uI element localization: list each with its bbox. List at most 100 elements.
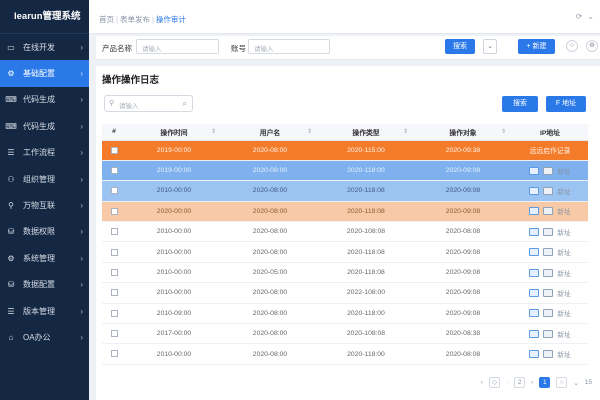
- row-checkbox[interactable]: [110, 228, 118, 236]
- table-row[interactable]: 2010-00:00 2020-08:00 2020-118:00 2020-08:0…: [102, 343, 588, 365]
- table-row[interactable]: 2010-00:00 2020-08:00 2020-118:08 2020-09:0…: [102, 241, 588, 263]
- prev-page-icon[interactable]: ‹: [481, 379, 483, 386]
- sidebar-item[interactable]: ⛁ 数据配置 ›: [0, 272, 89, 298]
- row-checkbox[interactable]: [110, 330, 118, 338]
- table-row[interactable]: 2010-09:00 2020-08:00 2020-118:00 2020-09:0…: [102, 303, 588, 325]
- doc-icon[interactable]: [543, 166, 554, 175]
- row-checkbox[interactable]: [110, 187, 118, 195]
- mail-icon[interactable]: [529, 227, 540, 236]
- page-2-button[interactable]: 2: [514, 377, 526, 388]
- doc-icon[interactable]: [543, 248, 554, 257]
- mail-icon[interactable]: [529, 309, 540, 318]
- sidebar-item[interactable]: ▭ 在线开发 ›: [0, 34, 89, 60]
- row-checkbox[interactable]: [110, 268, 118, 276]
- ip-value: 新址: [557, 250, 571, 258]
- table-row[interactable]: 2019-00:00 2020-08:00 2020-115:00 2020-09:3…: [102, 140, 588, 161]
- product-name-input[interactable]: 请输入: [136, 39, 219, 54]
- row-checkbox[interactable]: [110, 207, 118, 215]
- row-checkbox-cell[interactable]: [102, 201, 126, 223]
- sidebar-item[interactable]: ☰ 版本管理 ›: [0, 298, 89, 324]
- column-header-user[interactable]: 用户名 ⇕: [222, 124, 318, 141]
- doc-icon[interactable]: [543, 207, 554, 216]
- table-row[interactable]: 2010-00:00 2020-05:00 2020-118:08 2020-09:0…: [102, 262, 588, 284]
- breadcrumb-current[interactable]: 操作审计: [156, 15, 186, 24]
- search-button[interactable]: 搜索: [502, 96, 538, 112]
- ip-value: 新址: [557, 352, 571, 360]
- table-row[interactable]: 2010-00:00 2020-08:00 2022-108:00 2020-09:0…: [102, 282, 588, 304]
- ip-cell: 新址: [512, 323, 588, 345]
- account-input[interactable]: 请输入: [248, 39, 330, 54]
- sidebar-item[interactable]: ⚙ 系统管理 ›: [0, 245, 89, 271]
- row-checkbox-cell[interactable]: [102, 180, 126, 202]
- doc-icon[interactable]: [543, 186, 554, 195]
- search-input[interactable]: ⚲ 请输入 ⌕: [104, 95, 193, 112]
- refresh-icon[interactable]: ⟳: [576, 12, 583, 21]
- row-checkbox-cell[interactable]: [102, 140, 126, 161]
- doc-icon[interactable]: [543, 350, 554, 359]
- address-button[interactable]: F 地址: [546, 96, 586, 112]
- page-size-icon[interactable]: ⌄: [573, 379, 578, 387]
- breadcrumb-form-publish[interactable]: 表单发布: [120, 15, 150, 24]
- first-page-button[interactable]: ◇: [488, 377, 500, 388]
- next-page-icon[interactable]: ›: [531, 379, 533, 386]
- mail-icon[interactable]: [529, 166, 540, 175]
- doc-icon[interactable]: [543, 227, 554, 236]
- user-cell: 2020-08:00: [222, 343, 318, 365]
- row-checkbox[interactable]: [110, 166, 118, 174]
- mail-icon[interactable]: [529, 186, 540, 195]
- mail-icon[interactable]: [529, 288, 540, 297]
- current-page-button[interactable]: 1: [539, 377, 551, 388]
- page-size[interactable]: 15: [585, 379, 592, 386]
- add-button[interactable]: + 新建: [518, 39, 555, 54]
- sidebar-item[interactable]: ⌂ OA办公 ›: [0, 324, 89, 350]
- sidebar-item[interactable]: ☰ 工作流程 ›: [0, 140, 89, 166]
- row-checkbox[interactable]: [110, 289, 118, 297]
- row-checkbox-cell[interactable]: [102, 343, 126, 365]
- table-row[interactable]: 2020-00:00 2020-08:00 2020-118:08 2020-09:0…: [102, 201, 588, 223]
- doc-icon[interactable]: [543, 329, 554, 338]
- column-header-time[interactable]: 操作时间 ⇕: [126, 124, 222, 141]
- column-header-ip: IP地址: [512, 124, 588, 141]
- mail-icon[interactable]: [529, 248, 540, 257]
- code-icon: ⌨: [5, 121, 17, 131]
- mail-icon[interactable]: [529, 268, 540, 277]
- mail-icon[interactable]: [529, 329, 540, 338]
- target-cell: 2020-09:08: [414, 201, 512, 223]
- sidebar-item[interactable]: ⚇ 组织管理 ›: [0, 166, 89, 192]
- settings-icon[interactable]: ○: [566, 40, 578, 52]
- row-checkbox[interactable]: [110, 350, 118, 358]
- row-checkbox-cell[interactable]: [102, 221, 126, 243]
- sidebar-item[interactable]: ⌨ 代码生成 ›: [0, 113, 89, 139]
- row-checkbox-cell[interactable]: [102, 262, 126, 284]
- row-checkbox[interactable]: [110, 248, 118, 256]
- column-header-type[interactable]: 操作类型 ⇕: [318, 124, 414, 141]
- column-header-target[interactable]: 操作对象 ⇕: [414, 124, 512, 141]
- mail-icon[interactable]: [529, 207, 540, 216]
- jump-page-button[interactable]: ○: [556, 377, 568, 388]
- more-icon[interactable]: ⊖: [586, 40, 598, 52]
- row-checkbox[interactable]: [110, 146, 118, 154]
- table-row[interactable]: 2010-00:00 2020-08:00 2020-108:08 2020-08:0…: [102, 221, 588, 243]
- chevron-down-icon[interactable]: ⌄: [483, 39, 497, 54]
- row-checkbox-cell[interactable]: [102, 303, 126, 325]
- sidebar-item[interactable]: ⌨ 代码生成 ›: [0, 87, 89, 113]
- row-checkbox[interactable]: [110, 309, 118, 317]
- table-row[interactable]: 2010-00:00 2020-08:00 2020-118:08 2020-09:0…: [102, 180, 588, 202]
- row-checkbox-cell[interactable]: [102, 160, 126, 182]
- doc-icon[interactable]: [543, 288, 554, 297]
- row-checkbox-cell[interactable]: [102, 323, 126, 345]
- breadcrumb-home[interactable]: 首页: [99, 15, 114, 24]
- mail-icon[interactable]: [529, 350, 540, 359]
- row-checkbox-cell[interactable]: [102, 241, 126, 263]
- sidebar-item[interactable]: ⛁ 数据权限 ›: [0, 219, 89, 245]
- sidebar-item[interactable]: ⚙ 基础配置 ›: [0, 60, 89, 87]
- table-row[interactable]: 2019-00:00 2020-08:00 2020-118:00 2020-09:0…: [102, 160, 588, 182]
- doc-icon[interactable]: [543, 268, 554, 277]
- row-checkbox-cell[interactable]: [102, 282, 126, 304]
- doc-icon[interactable]: [543, 309, 554, 318]
- chevron-down-icon[interactable]: ⌄: [587, 12, 594, 21]
- magnifier-icon[interactable]: ⌕: [183, 99, 187, 109]
- filter-search-button[interactable]: 搜索: [445, 39, 475, 54]
- sidebar-item[interactable]: ⚲ 万物互联 ›: [0, 192, 89, 218]
- table-row[interactable]: 2017-00:00 2020-08:00 2020-108:08 2020-08:3…: [102, 323, 588, 345]
